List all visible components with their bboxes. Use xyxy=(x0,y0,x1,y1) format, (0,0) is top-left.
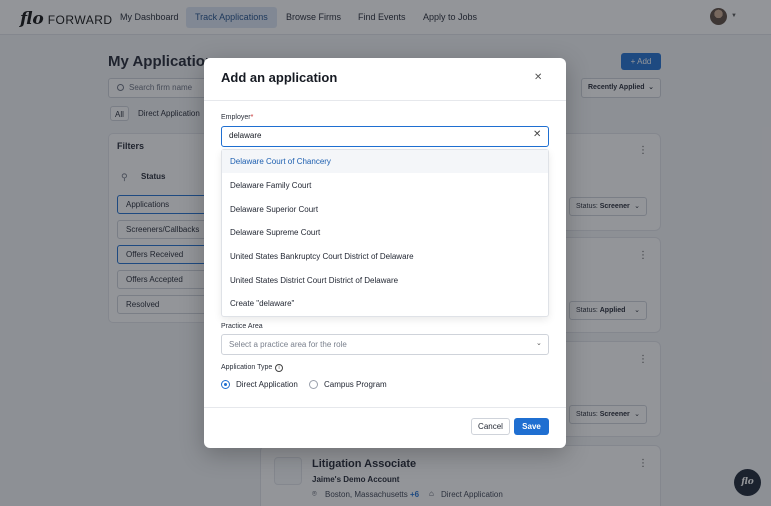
radio-label-campus-program[interactable]: Campus Program xyxy=(324,380,387,389)
employer-option[interactable]: Delaware Superior Court xyxy=(222,198,548,221)
radio-campus-program[interactable] xyxy=(309,380,318,389)
info-icon[interactable]: i xyxy=(275,364,283,372)
close-icon[interactable]: ✕ xyxy=(534,72,542,83)
save-button[interactable]: Save xyxy=(514,418,549,435)
practice-area-label: Practice Area xyxy=(221,323,263,330)
application-type-label: Application Type xyxy=(221,364,273,371)
required-mark: * xyxy=(250,114,254,121)
employer-option[interactable]: Delaware Supreme Court xyxy=(222,221,548,244)
create-employer-option[interactable]: Create "delaware" xyxy=(222,292,548,315)
employer-label: Employer* xyxy=(221,114,253,121)
chevron-down-icon: ⌄ xyxy=(536,340,542,347)
modal-divider xyxy=(204,100,566,101)
radio-direct-application[interactable] xyxy=(221,380,230,389)
practice-area-select[interactable]: Select a practice area for the role xyxy=(221,334,549,355)
employer-option[interactable]: Delaware Court of Chancery xyxy=(222,150,548,173)
employer-option[interactable]: United States District Court District of… xyxy=(222,269,548,292)
cancel-button[interactable]: Cancel xyxy=(471,418,510,435)
modal-footer-divider xyxy=(204,407,566,408)
radio-label-direct-application[interactable]: Direct Application xyxy=(236,380,298,389)
employer-input[interactable]: delaware xyxy=(221,126,549,147)
clear-icon[interactable]: ✕ xyxy=(533,129,541,140)
modal-title: Add an application xyxy=(221,70,338,85)
employer-option[interactable]: United States Bankruptcy Court District … xyxy=(222,245,548,268)
employer-option[interactable]: Delaware Family Court xyxy=(222,174,548,197)
employer-label-text: Employer xyxy=(221,114,251,121)
